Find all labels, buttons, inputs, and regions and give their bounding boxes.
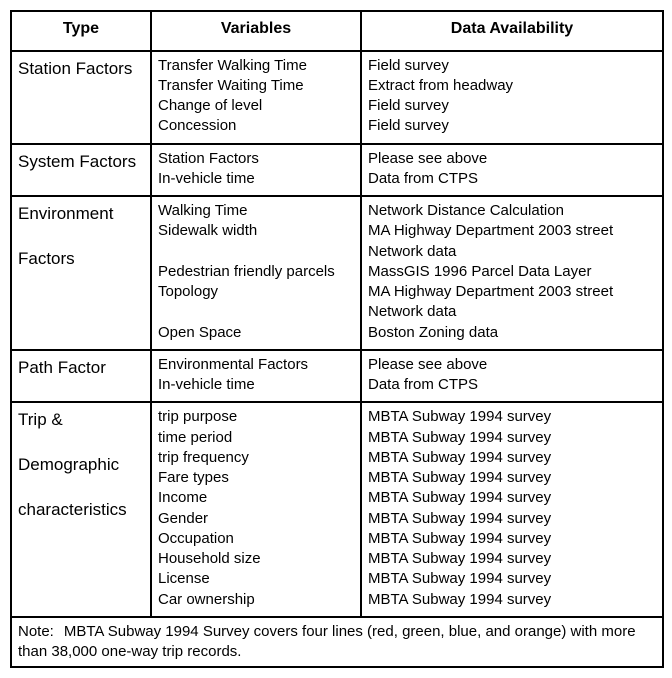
- table-row: Environment Factors Walking TimeSidewalk w…: [11, 196, 663, 350]
- availability-cell: Please see aboveData from CTPS: [361, 144, 663, 197]
- table-row: System Factors Station FactorsIn-vehicle …: [11, 144, 663, 197]
- variable-item: Station Factors: [158, 149, 354, 169]
- type-line: Factors: [18, 248, 144, 271]
- type-cell: Path Factor: [11, 350, 151, 403]
- variable-item: trip frequency: [158, 448, 354, 468]
- variable-item: Occupation: [158, 529, 354, 549]
- type-cell: System Factors: [11, 144, 151, 197]
- availability-item: MA Highway Department 2003 street: [368, 221, 656, 241]
- variable-item: Income: [158, 488, 354, 508]
- availability-item: MassGIS 1996 Parcel Data Layer: [368, 262, 656, 282]
- variables-cell: Transfer Walking TimeTransfer Waiting Ti…: [151, 51, 361, 144]
- variable-item: Sidewalk width: [158, 221, 354, 241]
- availability-item: MBTA Subway 1994 survey: [368, 590, 656, 610]
- variable-item: Fare types: [158, 468, 354, 488]
- table-row: Trip & Demographic characteristics trip pur…: [11, 402, 663, 617]
- type-line: Environment: [18, 203, 144, 226]
- availability-item: Network Distance Calculation: [368, 201, 656, 221]
- variable-item: Concession: [158, 116, 354, 136]
- variable-item: Topology: [158, 282, 354, 302]
- variable-item: Car ownership: [158, 590, 354, 610]
- availability-item: MBTA Subway 1994 survey: [368, 509, 656, 529]
- availability-item: Please see above: [368, 149, 656, 169]
- variable-item: Transfer Walking Time: [158, 56, 354, 76]
- availability-item: Network data: [368, 302, 656, 322]
- variables-cell: Walking TimeSidewalk width Pedestrian fr…: [151, 196, 361, 350]
- type-line: Path Factor: [18, 357, 144, 380]
- factors-table: Type Variables Data Availability Station…: [10, 10, 664, 668]
- type-line: Trip &: [18, 409, 144, 432]
- availability-item: MBTA Subway 1994 survey: [368, 569, 656, 589]
- variable-item: Walking Time: [158, 201, 354, 221]
- variable-item: License: [158, 569, 354, 589]
- header-type: Type: [11, 11, 151, 51]
- availability-item: Extract from headway: [368, 76, 656, 96]
- variable-item: time period: [158, 428, 354, 448]
- variable-item: Pedestrian friendly parcels: [158, 262, 354, 282]
- availability-item: MBTA Subway 1994 survey: [368, 468, 656, 488]
- variable-item: Open Space: [158, 323, 354, 343]
- header-availability: Data Availability: [361, 11, 663, 51]
- table-row: Station Factors Transfer Walking TimeTran…: [11, 51, 663, 144]
- type-line: characteristics: [18, 499, 144, 522]
- table-row: Path Factor Environmental FactorsIn-vehic…: [11, 350, 663, 403]
- variable-item: In-vehicle time: [158, 169, 354, 189]
- note-cell: Note:MBTA Subway 1994 Survey covers four…: [11, 617, 663, 668]
- availability-item: Network data: [368, 242, 656, 262]
- availability-item: Boston Zoning data: [368, 323, 656, 343]
- availability-item: Data from CTPS: [368, 375, 656, 395]
- variable-item: Household size: [158, 549, 354, 569]
- variable-item: In-vehicle time: [158, 375, 354, 395]
- availability-item: MBTA Subway 1994 survey: [368, 549, 656, 569]
- availability-item: Field survey: [368, 56, 656, 76]
- variable-item: Environmental Factors: [158, 355, 354, 375]
- availability-cell: Please see aboveData from CTPS: [361, 350, 663, 403]
- availability-cell: Network Distance CalculationMA Highway D…: [361, 196, 663, 350]
- variable-item: Change of level: [158, 96, 354, 116]
- type-line: Demographic: [18, 454, 144, 477]
- header-variables: Variables: [151, 11, 361, 51]
- variables-cell: Environmental FactorsIn-vehicle time: [151, 350, 361, 403]
- availability-cell: Field surveyExtract from headwayField su…: [361, 51, 663, 144]
- header-row: Type Variables Data Availability: [11, 11, 663, 51]
- availability-item: MBTA Subway 1994 survey: [368, 407, 656, 427]
- availability-item: Field survey: [368, 96, 656, 116]
- availability-item: Please see above: [368, 355, 656, 375]
- availability-cell: MBTA Subway 1994 surveyMBTA Subway 1994 …: [361, 402, 663, 617]
- availability-item: MBTA Subway 1994 survey: [368, 488, 656, 508]
- type-cell: Station Factors: [11, 51, 151, 144]
- note-row: Note:MBTA Subway 1994 Survey covers four…: [11, 617, 663, 668]
- variables-cell: trip purposetime periodtrip frequencyFar…: [151, 402, 361, 617]
- type-line: Station Factors: [18, 58, 144, 81]
- availability-item: MBTA Subway 1994 survey: [368, 529, 656, 549]
- availability-item: Data from CTPS: [368, 169, 656, 189]
- availability-item: MBTA Subway 1994 survey: [368, 428, 656, 448]
- variable-item: [158, 302, 354, 322]
- availability-item: Field survey: [368, 116, 656, 136]
- variables-cell: Station FactorsIn-vehicle time: [151, 144, 361, 197]
- variable-item: trip purpose: [158, 407, 354, 427]
- variable-item: [158, 242, 354, 262]
- availability-item: MBTA Subway 1994 survey: [368, 448, 656, 468]
- type-line: System Factors: [18, 151, 144, 174]
- type-cell: Trip & Demographic characteristics: [11, 402, 151, 617]
- availability-item: MA Highway Department 2003 street: [368, 282, 656, 302]
- variable-item: Transfer Waiting Time: [158, 76, 354, 96]
- variable-item: Gender: [158, 509, 354, 529]
- note-text: MBTA Subway 1994 Survey covers four line…: [18, 623, 636, 660]
- note-label: Note:: [18, 623, 64, 640]
- type-cell: Environment Factors: [11, 196, 151, 350]
